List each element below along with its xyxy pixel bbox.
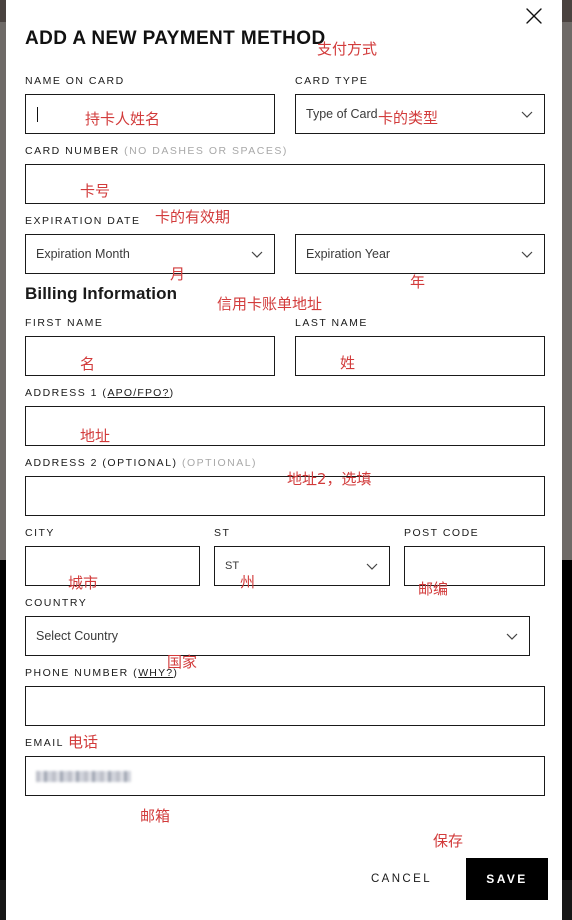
label-address1-main: ADDRESS 1 ( <box>25 387 108 399</box>
address2-input[interactable] <box>25 476 545 516</box>
field-expiration-date: EXPIRATION DATE Expiration Month Expirat… <box>25 214 545 274</box>
chevron-down-icon <box>520 107 534 121</box>
phone-number-input[interactable] <box>25 686 545 726</box>
card-number-input[interactable] <box>25 164 545 204</box>
chevron-down-icon <box>520 247 534 261</box>
label-post-code: POST CODE <box>404 527 480 539</box>
expiration-month-select[interactable]: Expiration Month <box>25 234 275 274</box>
field-country: COUNTRY Select Country <box>25 596 545 656</box>
city-input[interactable] <box>25 546 200 586</box>
field-post-code: POST CODE <box>404 526 545 586</box>
country-select[interactable]: Select Country <box>25 616 530 656</box>
label-address2-hint: (OPTIONAL) <box>181 457 258 469</box>
label-country: COUNTRY <box>25 597 88 609</box>
label-phone-number: PHONE NUMBER (WHY?) <box>25 666 545 680</box>
last-name-input[interactable] <box>295 336 545 376</box>
label-card-number-main: CARD NUMBER <box>25 145 120 157</box>
expiration-year-value: Expiration Year <box>306 247 391 261</box>
label-name-on-card: NAME ON CARD <box>25 75 125 87</box>
save-button[interactable]: SAVE <box>466 858 548 900</box>
field-first-name: FIRST NAME <box>25 316 275 376</box>
label-address2-main: ADDRESS 2 (OPTIONAL) <box>25 457 178 469</box>
field-address1: ADDRESS 1 (APO/FPO?) <box>25 386 545 446</box>
label-city: CITY <box>25 527 55 539</box>
field-city: CITY <box>25 526 200 586</box>
card-type-select[interactable]: Type of Card <box>295 94 545 134</box>
apo-fpo-link[interactable]: APO/FPO? <box>107 387 169 399</box>
address1-input[interactable] <box>25 406 545 446</box>
chevron-down-icon <box>505 629 519 643</box>
label-first-name: FIRST NAME <box>25 317 104 329</box>
page-title: ADD A NEW PAYMENT METHOD <box>25 28 326 49</box>
billing-information-heading: Billing Information <box>25 284 178 303</box>
field-card-type: CARD TYPE Type of Card <box>295 74 545 134</box>
email-redacted-value <box>36 770 131 782</box>
why-phone-link[interactable]: WHY? <box>138 667 173 679</box>
label-phone-end: ) <box>173 667 179 679</box>
expiration-month-value: Expiration Month <box>36 247 130 261</box>
state-value: ST <box>225 560 240 572</box>
label-address1-end: ) <box>169 387 175 399</box>
payment-form: NAME ON CARD CARD TYPE Type of Card CARD… <box>25 74 545 806</box>
close-icon[interactable] <box>522 4 546 28</box>
field-state: ST ST <box>214 526 390 586</box>
label-last-name: LAST NAME <box>295 317 368 329</box>
label-address1: ADDRESS 1 (APO/FPO?) <box>25 386 545 400</box>
text-caret <box>37 106 38 122</box>
label-expiration-date: EXPIRATION DATE <box>25 215 141 227</box>
label-card-type: CARD TYPE <box>295 75 369 87</box>
label-card-number: CARD NUMBER (NO DASHES OR SPACES) <box>25 144 545 158</box>
name-on-card-input[interactable] <box>25 94 275 134</box>
email-input[interactable] <box>25 756 545 796</box>
country-value: Select Country <box>36 629 118 643</box>
chevron-down-icon <box>250 247 264 261</box>
expiration-year-select[interactable]: Expiration Year <box>295 234 545 274</box>
field-card-number: CARD NUMBER (NO DASHES OR SPACES) <box>25 144 545 204</box>
cancel-button[interactable]: CANCEL <box>367 865 436 893</box>
field-address2: ADDRESS 2 (OPTIONAL) (OPTIONAL) <box>25 456 545 516</box>
state-select[interactable]: ST <box>214 546 390 586</box>
label-phone-main: PHONE NUMBER ( <box>25 667 139 679</box>
post-code-input[interactable] <box>404 546 545 586</box>
card-type-value: Type of Card <box>306 107 378 121</box>
label-address2: ADDRESS 2 (OPTIONAL) (OPTIONAL) <box>25 456 545 470</box>
field-phone-number: PHONE NUMBER (WHY?) <box>25 666 545 726</box>
field-name-on-card: NAME ON CARD <box>25 74 275 134</box>
label-email: EMAIL <box>25 737 65 749</box>
chevron-down-icon <box>365 559 379 573</box>
label-state: ST <box>214 527 231 539</box>
first-name-input[interactable] <box>25 336 275 376</box>
modal-footer: CANCEL SAVE <box>25 858 548 900</box>
field-last-name: LAST NAME <box>295 316 545 376</box>
label-card-number-hint: (NO DASHES OR SPACES) <box>124 145 288 157</box>
field-email: EMAIL <box>25 736 545 796</box>
add-payment-method-modal: ADD A NEW PAYMENT METHOD NAME ON CARD CA… <box>6 0 562 920</box>
